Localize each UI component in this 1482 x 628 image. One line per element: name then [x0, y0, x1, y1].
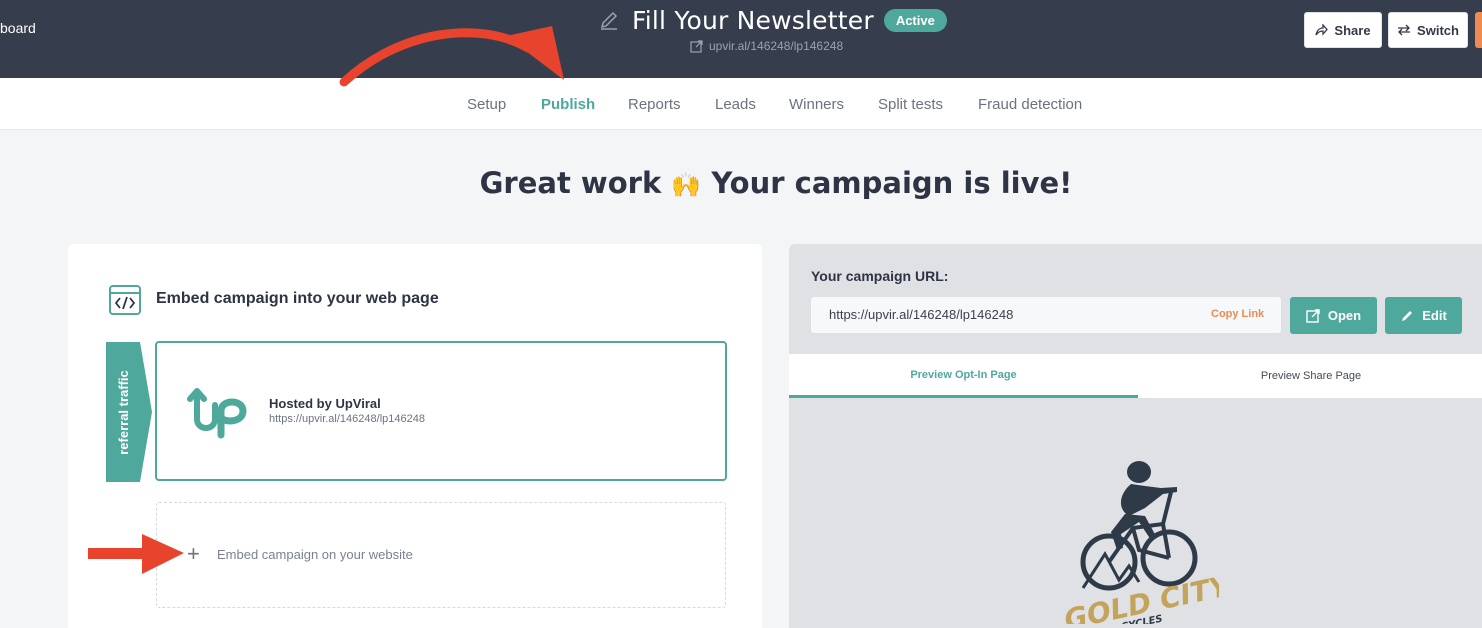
- success-heading: Great work 🙌 Your campaign is live!: [0, 166, 1482, 200]
- campaign-url-panel: Your campaign URL: https://upvir.al/1462…: [789, 244, 1482, 628]
- embed-card-title: Embed campaign into your web page: [156, 290, 439, 307]
- referral-traffic-label: referral traffic: [115, 369, 131, 455]
- tab-split-tests[interactable]: Split tests: [878, 96, 943, 113]
- heading-text-end: Your campaign is live!: [711, 166, 1073, 200]
- annotation-arrow-left: [88, 534, 184, 574]
- back-to-dashboard-link[interactable]: board: [0, 20, 36, 36]
- pencil-icon[interactable]: [598, 9, 620, 31]
- campaign-title-group: Fill Your Newsletter Active: [598, 5, 947, 35]
- tab-preview-opt-in[interactable]: Preview Opt-In Page: [789, 354, 1138, 398]
- gold-city-cycles-logo: GOLD CITY CYCLES: [1061, 461, 1219, 624]
- preview-tab-bar: Preview Opt-In Page Preview Share Page: [789, 354, 1482, 398]
- campaign-url-label: Your campaign URL:: [811, 268, 949, 284]
- campaign-title: Fill Your Newsletter: [632, 5, 874, 35]
- campaign-tab-bar: Setup Publish Reports Leads Winners Spli…: [0, 78, 1482, 130]
- switch-label: Switch: [1417, 22, 1459, 38]
- tab-preview-share[interactable]: Preview Share Page: [1138, 354, 1482, 398]
- short-url-text: upvir.al/146248/lp146248: [709, 39, 844, 53]
- pencil-icon: [1402, 310, 1413, 321]
- tab-winners[interactable]: Winners: [789, 96, 844, 113]
- hosted-by-upviral-option[interactable]: Hosted by UpViral https://upvir.al/14624…: [155, 341, 727, 481]
- hosted-title: Hosted by UpViral: [269, 396, 381, 411]
- partial-header-button[interactable]: [1475, 12, 1482, 48]
- open-label: Open: [1327, 308, 1362, 323]
- tab-publish[interactable]: Publish: [541, 96, 595, 113]
- campaign-short-url[interactable]: upvir.al/146248/lp146248: [690, 39, 843, 53]
- code-embed-icon: [109, 285, 141, 315]
- upviral-logo: [187, 388, 247, 439]
- edit-button[interactable]: Edit: [1385, 297, 1462, 334]
- add-embed-label: Embed campaign on your website: [217, 547, 413, 562]
- annotation-arrow-top: [339, 26, 564, 87]
- external-link-icon: [1306, 308, 1320, 323]
- status-badge: Active: [883, 8, 947, 32]
- referral-traffic-label-wrap: referral traffic: [106, 342, 140, 482]
- share-button[interactable]: Share: [1304, 12, 1382, 48]
- raised-hands-icon: 🙌: [671, 171, 702, 199]
- copy-link-button[interactable]: Copy Link: [1211, 308, 1264, 320]
- tab-leads[interactable]: Leads: [715, 96, 756, 113]
- plus-icon: +: [187, 541, 200, 566]
- campaign-url-field[interactable]: https://upvir.al/146248/lp146248 Copy Li…: [811, 297, 1281, 333]
- tab-reports[interactable]: Reports: [628, 96, 681, 113]
- edit-label: Edit: [1422, 308, 1447, 323]
- external-link-icon: [690, 39, 703, 53]
- tab-setup[interactable]: Setup: [467, 96, 506, 113]
- open-button[interactable]: Open: [1290, 297, 1377, 334]
- campaign-url-value: https://upvir.al/146248/lp146248: [829, 307, 1014, 322]
- switch-arrows-icon: [1398, 24, 1411, 36]
- share-icon: [1315, 24, 1329, 36]
- heading-text-start: Great work: [479, 166, 662, 200]
- add-website-embed-option[interactable]: + Embed campaign on your website: [156, 502, 726, 608]
- top-header: board Fill Your Newsletter Active upvir.…: [0, 0, 1482, 78]
- switch-button[interactable]: Switch: [1388, 12, 1468, 48]
- share-label: Share: [1334, 22, 1371, 38]
- hosted-url: https://upvir.al/146248/lp146248: [269, 413, 425, 425]
- tab-fraud-detection[interactable]: Fraud detection: [978, 96, 1082, 113]
